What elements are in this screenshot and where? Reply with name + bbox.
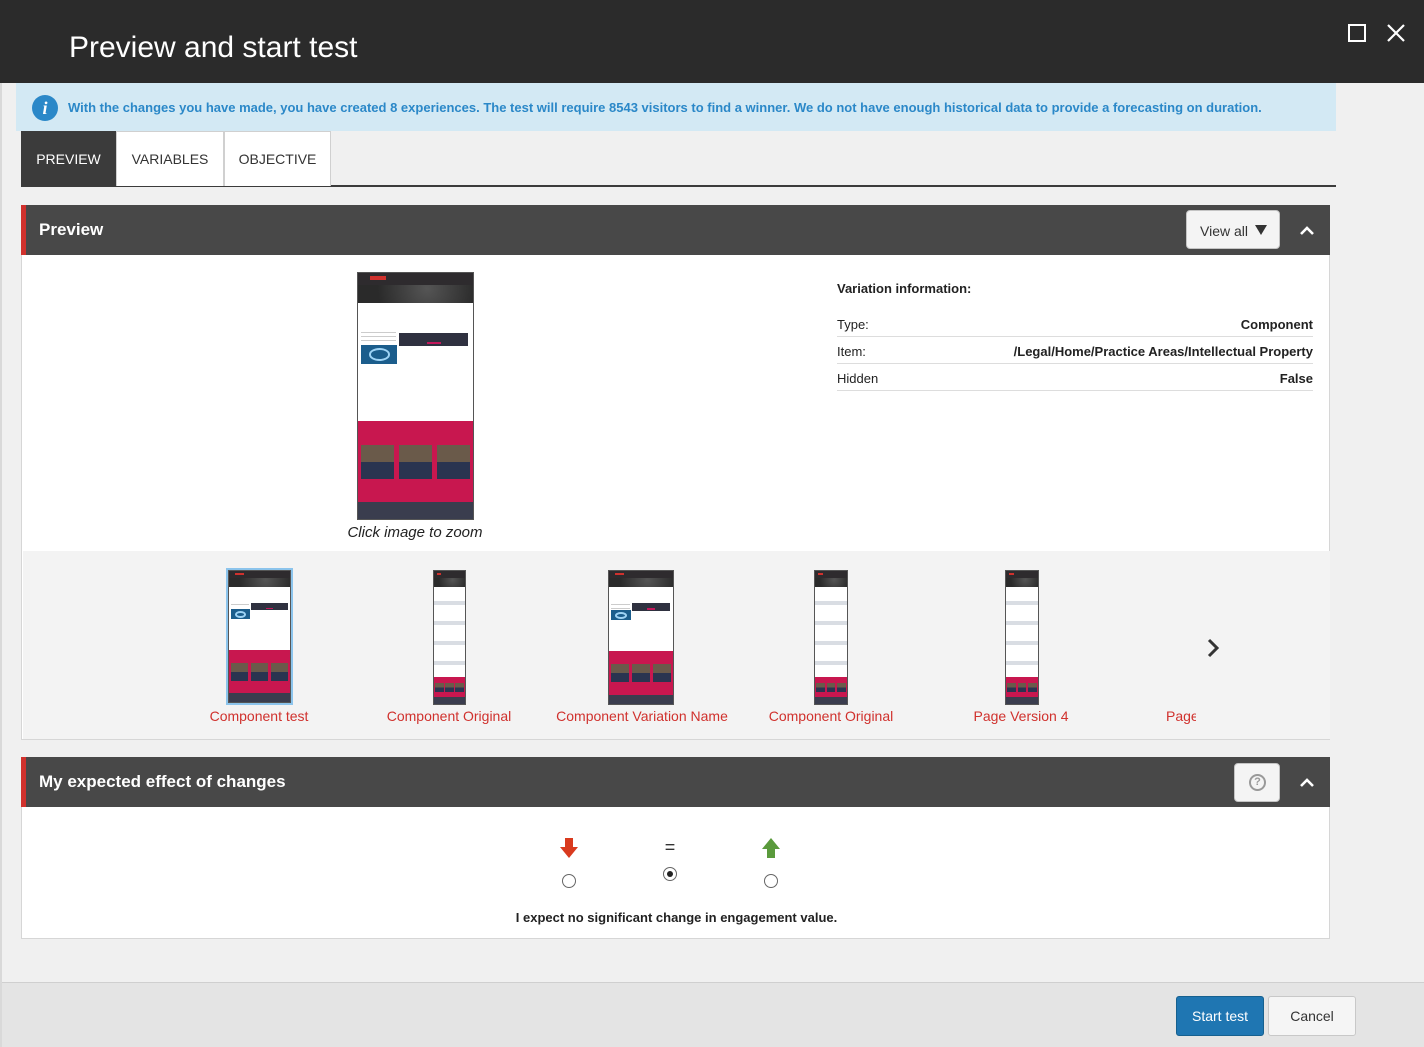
- variation-info-value: Component: [1240, 317, 1313, 332]
- thumbnail-page-version-4[interactable]: Page Version 4: [965, 551, 1077, 739]
- thumbnail-component-variation-name[interactable]: Component Variation Name: [553, 551, 731, 739]
- thumbnail-component-original-2[interactable]: Component Original: [765, 551, 897, 739]
- info-banner: i With the changes you have made, you ha…: [16, 83, 1336, 131]
- effect-option-increase: [756, 837, 786, 888]
- up-arrow-icon: [762, 838, 780, 858]
- thumbnail-image: [1005, 570, 1039, 705]
- dialog-titlebar: Preview and start test: [0, 0, 1424, 83]
- chevron-right-icon: [1207, 638, 1220, 658]
- start-test-button[interactable]: Start test: [1176, 996, 1264, 1036]
- view-all-label: View all: [1200, 223, 1248, 239]
- increase-radio[interactable]: [764, 874, 778, 888]
- down-arrow-icon: [560, 838, 578, 858]
- collapse-preview-button[interactable]: [1298, 222, 1316, 240]
- variation-thumbnail-strip: Component test Component Original Compon…: [23, 551, 1330, 739]
- variation-info-key: Type:: [837, 317, 869, 332]
- effect-panel-title: My expected effect of changes: [39, 772, 286, 791]
- dialog-footer: Start test Cancel: [2, 982, 1424, 1047]
- help-button[interactable]: ?: [1234, 763, 1280, 802]
- preview-panel-body: Click image to zoom Variation informatio…: [21, 255, 1330, 740]
- thumbnail-component-original[interactable]: Component Original: [383, 551, 515, 739]
- zoom-caption: Click image to zoom: [347, 524, 483, 541]
- variation-info-row: Type: Component: [837, 310, 1313, 337]
- thumbnail-label: Component test: [209, 708, 309, 724]
- close-icon: [1387, 24, 1405, 42]
- info-icon: i: [32, 95, 58, 121]
- effect-panel-header: My expected effect of changes ?: [21, 757, 1330, 807]
- effect-option-decrease: [554, 837, 584, 888]
- variation-info-value: False: [1279, 371, 1313, 386]
- effect-option-no-change: =: [655, 837, 685, 881]
- variation-info-key: Hidden: [837, 371, 879, 386]
- tab-objective[interactable]: OBJECTIVE: [224, 131, 331, 186]
- tab-bar: PREVIEW VARIABLES OBJECTIVE: [21, 131, 1336, 187]
- chevron-up-icon: [1300, 778, 1314, 787]
- next-thumbnails-button[interactable]: [1203, 635, 1223, 661]
- thumbnail-image: [814, 570, 848, 705]
- thumbnail-label: Page Version 4: [973, 708, 1069, 724]
- dialog-title: Preview and start test: [69, 31, 358, 64]
- thumbnail-label: Component Original: [768, 708, 894, 724]
- caret-down-icon: [1255, 225, 1267, 235]
- variation-info-title: Variation information:: [837, 281, 972, 296]
- question-icon: ?: [1249, 774, 1266, 791]
- decrease-radio[interactable]: [562, 874, 576, 888]
- collapse-effect-button[interactable]: [1298, 774, 1316, 792]
- no-change-radio[interactable]: [663, 867, 677, 881]
- thumbnail-label: Component Original: [386, 708, 512, 724]
- maximize-icon: [1348, 24, 1366, 42]
- chevron-up-icon: [1300, 226, 1314, 235]
- thumbnail-image: [228, 570, 291, 703]
- thumbnail-page[interactable]: Page: [1166, 551, 1196, 739]
- preview-and-start-test-dialog: Preview and start test i With the change…: [0, 0, 1424, 1047]
- cancel-button[interactable]: Cancel: [1268, 996, 1356, 1036]
- left-edge-divider: [0, 83, 2, 1047]
- variation-info-row: Item: /Legal/Home/Practice Areas/Intelle…: [837, 337, 1313, 364]
- info-message: With the changes you have made, you have…: [68, 100, 1262, 115]
- preview-panel-title: Preview: [39, 220, 104, 239]
- effect-description: I expect no significant change in engage…: [515, 910, 838, 925]
- variation-info-key: Item:: [837, 344, 866, 359]
- thumbnail-image: [433, 570, 466, 705]
- preview-panel-header: Preview View all: [21, 205, 1330, 255]
- thumbnail-image: [608, 570, 674, 705]
- thumbnail-label: Component Variation Name: [556, 708, 728, 724]
- view-all-dropdown[interactable]: View all: [1186, 210, 1280, 249]
- variation-info-row: Hidden False: [837, 364, 1313, 391]
- thumbnail-component-test[interactable]: Component test: [203, 551, 315, 739]
- tab-variables[interactable]: VARIABLES: [116, 131, 224, 186]
- tab-preview[interactable]: PREVIEW: [21, 131, 116, 186]
- no-change-symbol: =: [664, 837, 676, 857]
- variation-info-value: /Legal/Home/Practice Areas/Intellectual …: [1013, 344, 1313, 359]
- variation-information: Variation information: Type: Component I…: [837, 281, 1313, 391]
- close-button[interactable]: [1385, 22, 1407, 44]
- maximize-button[interactable]: [1346, 22, 1368, 44]
- thumbnail-label: Page: [1166, 708, 1196, 724]
- effect-panel-body: = I expect no significant change in enga…: [21, 807, 1330, 939]
- preview-main-image[interactable]: [357, 272, 474, 520]
